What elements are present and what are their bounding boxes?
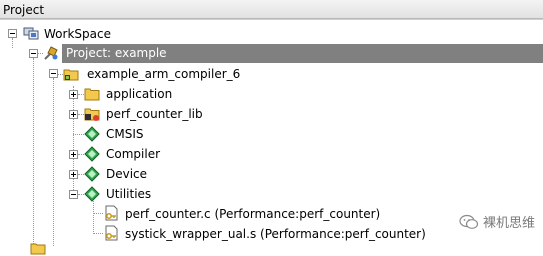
project-settings-icon [44,46,58,60]
tree-line [53,78,54,246]
wechat-icon [459,214,479,229]
component-diamond-icon [84,146,100,162]
target-collapse-toggle[interactable] [49,69,58,78]
tree-line [93,213,103,214]
tree-line [33,58,34,246]
folder-icon [84,88,100,101]
component-diamond-icon [84,126,100,142]
project-panel-header: Project [0,0,543,19]
tree-item-perf-counter-lib[interactable]: perf_counter_lib [106,107,203,121]
tree-item-utilities[interactable]: Utilities [106,187,151,201]
workspace-icon [23,27,39,40]
tree-line [93,233,103,234]
library-folder-icon [84,108,100,121]
target-folder-icon [30,243,46,255]
tree-item-systick-wrapper[interactable]: systick_wrapper_ual.s (Performance:perf_… [125,227,426,241]
component-diamond-icon [84,186,100,202]
tree-line [12,38,13,48]
project-collapse-toggle[interactable] [29,49,38,58]
source-file-key-icon [105,205,118,221]
device-expand-toggle[interactable] [69,170,78,179]
perf-counter-lib-expand-toggle[interactable] [69,110,78,119]
header-divider [0,19,543,20]
component-diamond-icon [84,166,100,182]
compiler-expand-toggle[interactable] [69,150,78,159]
tree-item-workspace[interactable]: WorkSpace [44,27,111,41]
application-expand-toggle[interactable] [69,90,78,99]
tree-line [93,198,94,234]
tree-item-compiler[interactable]: Compiler [106,147,160,161]
tree-item-perf-counter-c[interactable]: perf_counter.c (Performance:perf_counter… [125,207,380,221]
watermark-label: 裸机思维 [482,216,535,231]
tree-item-target[interactable]: example_arm_compiler_6 [87,67,240,81]
tree-line [73,134,84,135]
target-folder-icon [63,69,79,81]
tree-item-cmsis[interactable]: CMSIS [106,127,144,141]
tree-item-device[interactable]: Device [106,167,147,181]
workspace-collapse-toggle[interactable] [8,29,17,38]
panel-title: Project [3,3,45,17]
source-file-key-icon [105,225,118,241]
tree-item-project[interactable]: Project: example [66,46,167,60]
tree-item-application[interactable]: application [106,87,172,101]
utilities-collapse-toggle[interactable] [69,190,78,199]
watermark: 裸机思维 [459,212,535,231]
